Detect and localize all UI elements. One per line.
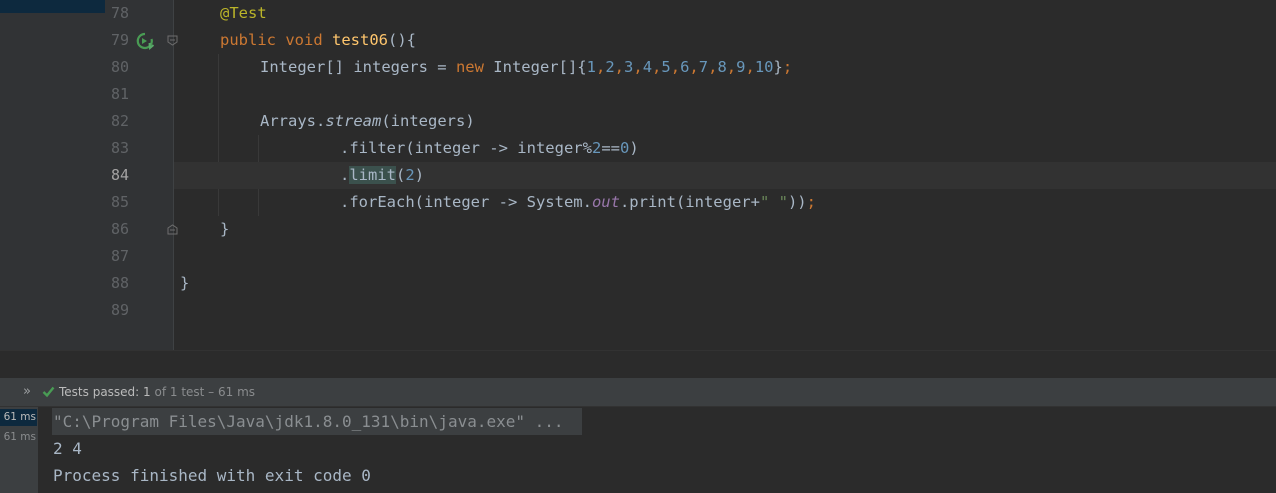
code-line-83[interactable]: .filter(integer -> integer%2==0) xyxy=(174,135,1276,162)
code-line-82[interactable]: Arrays.stream(integers) xyxy=(174,108,1276,135)
number-literal: 8 xyxy=(717,58,727,76)
semicolon: ; xyxy=(806,193,816,211)
number-literal: 5 xyxy=(661,58,671,76)
code-text: .filter(integer -> integer% xyxy=(340,139,592,157)
code-line-81[interactable] xyxy=(174,81,1276,108)
keyword-public: public xyxy=(220,31,276,49)
console-output[interactable]: "C:\Program Files\Java\jdk1.8.0_131\bin\… xyxy=(38,407,1276,493)
comma: , xyxy=(745,58,755,76)
keyword-new: new xyxy=(455,58,484,76)
closing-brace: } xyxy=(220,220,230,238)
line-number: 81 xyxy=(110,85,129,103)
number-literal: 10 xyxy=(754,58,774,76)
number-literal: 1 xyxy=(586,58,596,76)
code-text: Arrays. xyxy=(260,112,326,130)
code-line-79[interactable]: public void test06(){ xyxy=(174,27,1276,54)
run-toolbar: » Tests passed: 1 of 1 test – 61 ms xyxy=(0,378,1276,407)
code-text: Integer[] integers = xyxy=(260,58,456,76)
console-command-line[interactable]: "C:\Program Files\Java\jdk1.8.0_131\bin\… xyxy=(53,408,564,435)
code-line-88[interactable]: } xyxy=(174,270,1276,297)
test-tree: 61 ms 61 ms xyxy=(0,407,38,493)
highlighted-method: limit xyxy=(349,166,397,184)
code-line-84-current[interactable]: .limit(2) xyxy=(174,162,1276,189)
number-literal: 2 xyxy=(591,139,602,157)
code-text: (integers) xyxy=(381,112,475,130)
comma: , xyxy=(614,58,624,76)
number-literal: 7 xyxy=(698,58,709,76)
static-field: out xyxy=(591,193,620,211)
status-detail: of 1 test – 61 ms xyxy=(150,385,256,399)
line-number: 83 xyxy=(110,139,129,157)
console-exit-line: Process finished with exit code 0 xyxy=(53,466,371,485)
code-text: )) xyxy=(787,193,807,211)
code-line-80[interactable]: Integer[] integers = new Integer[]{1,2,3… xyxy=(174,54,1276,81)
code-text: ) xyxy=(414,166,425,184)
console-output-line: 2 4 xyxy=(53,439,92,458)
method-name: test06 xyxy=(332,31,389,49)
code-text: Integer[]{ xyxy=(483,58,587,76)
line-number-current: 84 xyxy=(110,166,129,184)
code-text: .print(integer+ xyxy=(619,193,760,211)
static-method: stream xyxy=(325,112,382,130)
line-number: 87 xyxy=(110,247,129,265)
comma: , xyxy=(633,58,643,76)
status-label: Tests passed: xyxy=(59,385,144,399)
closing-brace: } xyxy=(180,274,190,292)
code-text: } xyxy=(773,58,783,76)
code-text: ) xyxy=(629,139,639,157)
string-literal: " " xyxy=(759,193,788,211)
comma: , xyxy=(670,58,681,76)
number-literal: 4 xyxy=(642,58,653,76)
number-literal: 3 xyxy=(624,58,634,76)
code-text: . xyxy=(340,166,350,184)
comma: , xyxy=(726,58,737,76)
comma: , xyxy=(689,58,699,76)
selected-row-highlight xyxy=(0,0,105,13)
line-number: 85 xyxy=(110,193,129,211)
code-text: == xyxy=(601,139,620,157)
line-number: 82 xyxy=(110,112,129,130)
code-line-89[interactable] xyxy=(174,297,1276,324)
semicolon: ; xyxy=(782,58,793,76)
line-number: 88 xyxy=(110,274,129,292)
code-line-78[interactable]: @Test xyxy=(174,0,1276,27)
number-literal: 0 xyxy=(619,139,630,157)
passed-count: 1 xyxy=(143,385,151,399)
code-line-85[interactable]: .forEach(integer -> System.out.print(int… xyxy=(174,189,1276,216)
check-icon xyxy=(42,386,55,398)
comma: , xyxy=(652,58,662,76)
expand-chevron-icon[interactable]: » xyxy=(23,384,31,399)
panel-splitter[interactable] xyxy=(0,350,1276,378)
code-text: .forEach(integer -> System. xyxy=(340,193,592,211)
code-line-87[interactable] xyxy=(174,243,1276,270)
test-tree-item-selected[interactable]: 61 ms xyxy=(0,409,37,426)
number-literal: 2 xyxy=(605,58,615,76)
annotation: @Test xyxy=(220,4,267,22)
comma: , xyxy=(595,58,606,76)
run-test-icon[interactable] xyxy=(136,32,154,50)
code-line-86[interactable]: } xyxy=(174,216,1276,243)
code-text: ( xyxy=(396,166,406,184)
number-literal: 6 xyxy=(680,58,690,76)
code-text: (){ xyxy=(388,31,417,49)
line-number: 86 xyxy=(110,220,129,238)
test-status: Tests passed: 1 of 1 test – 61 ms xyxy=(59,385,255,399)
project-side-strip xyxy=(0,0,105,350)
line-number: 89 xyxy=(110,301,129,319)
line-number: 80 xyxy=(110,58,129,76)
number-literal: 2 xyxy=(405,166,415,184)
keyword-void: void xyxy=(285,31,323,49)
test-tree-item[interactable]: 61 ms xyxy=(0,429,37,446)
line-number: 78 xyxy=(110,4,129,22)
line-number: 79 xyxy=(110,31,129,49)
